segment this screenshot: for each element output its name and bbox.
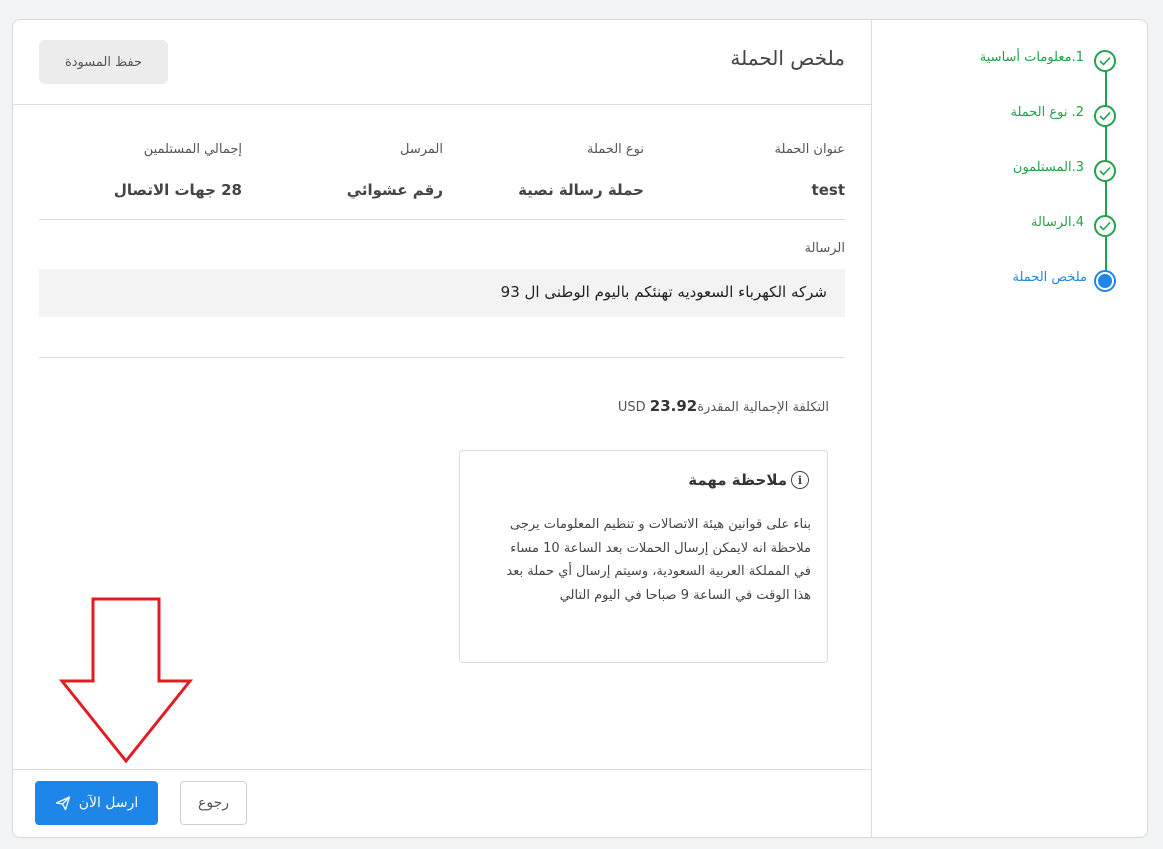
step-basic-info-check-icon[interactable] [1094, 50, 1116, 72]
back-button[interactable]: رجوع [180, 781, 247, 825]
sender-label: المرسل [400, 142, 443, 157]
footer-divider [13, 769, 871, 770]
campaign-title-label: عنوان الحملة [774, 142, 845, 157]
sender-value: رقم عشوائي [346, 181, 443, 199]
send-now-button[interactable]: ارسل الآن [35, 781, 158, 825]
note-body: بناء على قوانين هيئة الاتصالات و تنظيم ا… [506, 517, 811, 603]
paper-plane-icon [55, 796, 70, 811]
step-message-label[interactable]: 4.الرسالة [1031, 215, 1084, 230]
cost-label: التكلفة الإجمالية المقدرة [697, 400, 829, 415]
page-title: ملخص الحملة [730, 46, 845, 70]
cost-currency: USD [617, 400, 646, 415]
step-summary-label[interactable]: ملخص الحملة [1013, 270, 1087, 285]
step-campaign-type-check-icon[interactable] [1094, 105, 1116, 127]
recipients-value: 28 جهات الاتصال [113, 181, 242, 199]
note-title-text: ملاحظة مهمة [688, 471, 787, 489]
red-arrow-annotation-icon [59, 597, 193, 764]
header-divider [13, 104, 871, 105]
message-label: الرسالة [804, 241, 845, 256]
estimated-cost: التكلفة الإجمالية المقدرة23.92 USD [618, 397, 829, 415]
campaign-title-value: test [811, 181, 845, 199]
important-note-card: i ملاحظة مهمة بناء على قوانين هيئة الاتص… [459, 450, 828, 663]
note-title: i ملاحظة مهمة [688, 471, 809, 489]
step-message-check-icon[interactable] [1094, 215, 1116, 237]
step-campaign-type-label[interactable]: 2. نوع الحملة [1010, 105, 1084, 120]
panel-divider [871, 20, 872, 837]
step-basic-info-label[interactable]: 1.معلومات أساسية [980, 50, 1084, 65]
campaign-type-value: حملة رسالة نصية [518, 181, 644, 199]
info-icon: i [791, 471, 809, 489]
recipients-label: إجمالي المستلمين [143, 142, 242, 157]
campaign-wizard-panel: 1.معلومات أساسية 2. نوع الحملة 3.المستلم… [12, 19, 1148, 838]
campaign-type-label: نوع الحملة [587, 142, 644, 157]
step-summary-active-dot-icon[interactable] [1094, 270, 1116, 292]
summary-divider [39, 219, 845, 220]
step-recipients-check-icon[interactable] [1094, 160, 1116, 182]
message-text: شركه الكهرباء السعوديه تهنئكم باليوم الو… [500, 283, 827, 301]
save-draft-button[interactable]: حفظ المسودة [39, 40, 168, 84]
cost-amount: 23.92 [649, 397, 698, 415]
step-recipients-label[interactable]: 3.المستلمون [1013, 160, 1084, 175]
send-now-label: ارسل الآن [78, 795, 139, 811]
message-divider [39, 357, 845, 358]
message-preview: شركه الكهرباء السعوديه تهنئكم باليوم الو… [39, 269, 845, 317]
